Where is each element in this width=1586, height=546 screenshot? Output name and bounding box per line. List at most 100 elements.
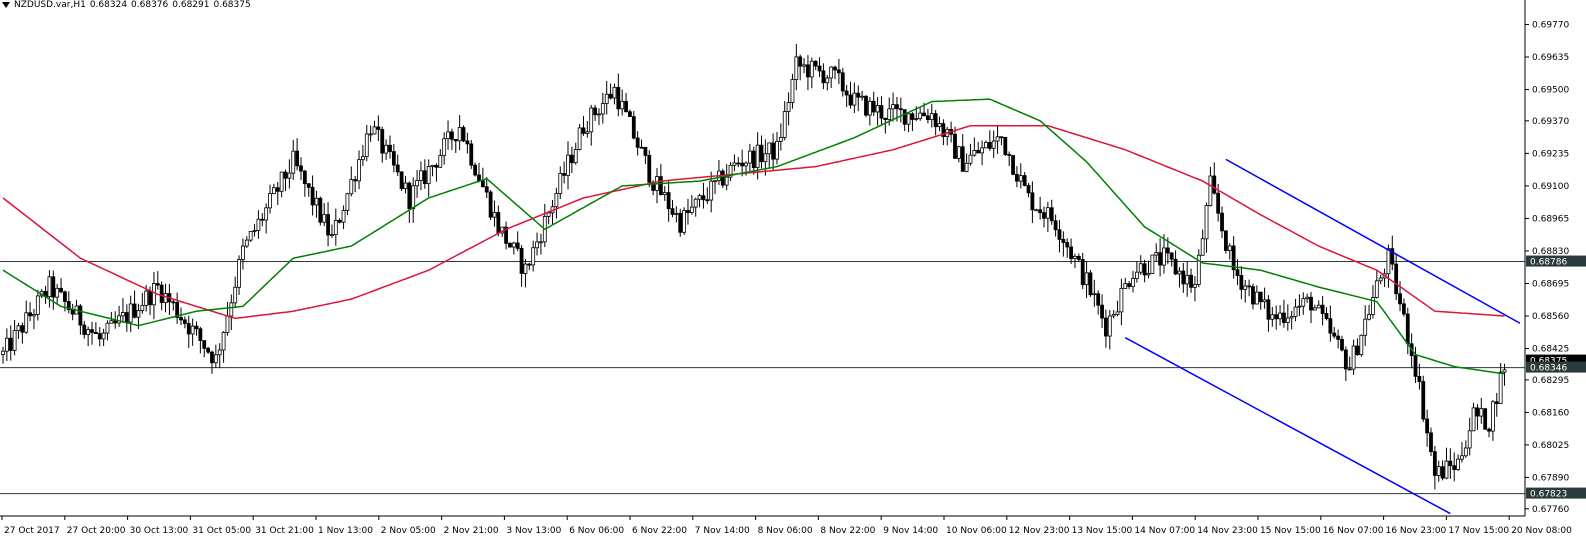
price-tick-label: 0.69235 (1532, 149, 1569, 159)
candle-body (55, 287, 60, 298)
candle-body (953, 133, 957, 159)
candle-body (260, 218, 265, 221)
candle-body (1460, 455, 1464, 460)
time-tick-label: 30 Oct 13:00 (130, 526, 189, 536)
candle-body (337, 220, 342, 223)
candle-body (310, 186, 315, 206)
candle-body (32, 313, 36, 317)
candle-body (1158, 252, 1162, 266)
candle-body (844, 90, 849, 96)
candle-body (771, 142, 776, 160)
candle-body (353, 179, 358, 182)
candle-body (128, 303, 133, 323)
price-tick-label: 0.68965 (1532, 214, 1569, 224)
candle-body (817, 65, 822, 72)
candle-body (794, 56, 799, 80)
candle-body (271, 187, 276, 194)
candle-body (1227, 245, 1232, 251)
candle-body (488, 191, 493, 218)
candle-body (1293, 306, 1298, 317)
price-tick-label: 0.69370 (1532, 117, 1569, 127)
chart-window[interactable]: NZDUSD.var,H1 0.68324 0.68376 0.68291 0.6837… (0, 0, 1586, 546)
time-tick-label: 13 Nov 15:00 (1072, 526, 1133, 536)
candle-body (933, 113, 938, 128)
candle-body (407, 182, 412, 210)
price-chart[interactable]: 0.69770 0.69635 0.69500 0.69370 0.69235 0.691… (0, 0, 1586, 546)
candle-body (163, 293, 168, 304)
price-marker-label: 0.68346 (1530, 364, 1567, 374)
candle-body (616, 86, 621, 110)
candle-body (577, 127, 582, 150)
candle-body (666, 192, 671, 210)
candle-body (1084, 272, 1089, 286)
candle-body (395, 164, 400, 173)
candle-body (144, 290, 149, 306)
candle-body (364, 133, 369, 158)
price-tick-label: 0.68695 (1532, 279, 1569, 289)
candle-body (403, 182, 408, 190)
time-tick-label: 1 Nov 13:00 (318, 526, 373, 536)
candle-body (1115, 311, 1120, 315)
candle-body (581, 127, 586, 134)
candle-body (833, 66, 837, 71)
candle-body (233, 286, 238, 304)
candle-body (566, 154, 570, 176)
candle-body (1491, 401, 1495, 432)
candle-body (155, 283, 160, 286)
candle-body (1073, 255, 1077, 259)
candle-body (450, 131, 454, 140)
candle-body (63, 291, 67, 302)
candle-body (213, 354, 218, 364)
candle-body (1134, 271, 1139, 279)
candle-body (1502, 369, 1507, 373)
candle-body (415, 180, 419, 187)
price-tick-label: 0.68560 (1532, 312, 1569, 322)
candle-body (697, 195, 702, 200)
candle-body (558, 173, 563, 194)
candle-body (724, 176, 729, 186)
candle-body (1336, 335, 1341, 340)
candle-body (1146, 273, 1151, 276)
candle-body (225, 315, 230, 333)
candle-body (492, 212, 497, 218)
candle-body (349, 179, 354, 195)
candle-body (926, 115, 930, 121)
candle-body (1363, 318, 1368, 336)
candle-body (1100, 304, 1104, 319)
candle-body (1092, 293, 1097, 296)
candle-body (1200, 238, 1205, 256)
candle-body (539, 241, 543, 244)
candle-body (1049, 207, 1054, 222)
price-tick-label: 0.68295 (1532, 376, 1569, 386)
candle-body (790, 79, 795, 103)
candle-body (1243, 285, 1248, 290)
candle-body (109, 320, 114, 324)
candle-body (1282, 312, 1286, 323)
candle-body (1405, 313, 1410, 345)
candle-body (179, 317, 183, 321)
candle-body (1111, 314, 1116, 317)
candle-body (93, 331, 98, 334)
candle-body (1042, 212, 1046, 219)
candle-body (635, 137, 640, 148)
candle-body (12, 330, 17, 351)
candle-body (840, 72, 845, 92)
candle-body (1285, 317, 1290, 323)
candle-body (682, 210, 687, 233)
candle-body (1080, 259, 1085, 286)
candle-body (972, 150, 977, 156)
candle-body (705, 199, 710, 202)
candle-body (47, 276, 52, 298)
candle-body (554, 193, 559, 208)
candle-body (159, 284, 164, 304)
candle-body (806, 64, 810, 78)
candle-body (813, 60, 818, 67)
candle-body (326, 214, 330, 236)
candle-body (182, 319, 187, 324)
channel-trendline[interactable] (1124, 337, 1451, 515)
price-marker-label: 0.68786 (1530, 258, 1567, 268)
candle-body (1223, 230, 1228, 251)
candle-body (1018, 175, 1023, 182)
candle-body (124, 312, 129, 323)
candle-body (898, 108, 903, 111)
